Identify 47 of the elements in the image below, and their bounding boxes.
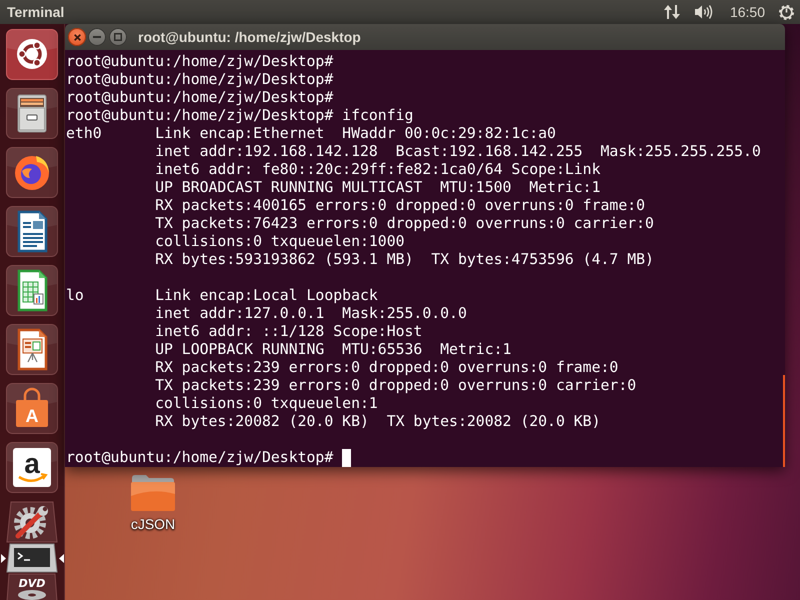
output-line: inet6 addr: ::1/128 Scope:Host: [155, 323, 424, 341]
output-line: Link encap:Local Loopback: [155, 287, 379, 305]
output-line: Link encap:Ethernet HWaddr 00:0c:29:82:1c:a0: [155, 125, 557, 143]
minimize-button[interactable]: [88, 28, 106, 46]
window-title: root@ubuntu: /home/zjw/Desktop: [138, 29, 361, 45]
presentation-icon[interactable]: [6, 324, 58, 375]
output-line: UP BROADCAST RUNNING MULTICAST MTU:1500 Metric:1: [155, 179, 602, 197]
terminal-icon[interactable]: [6, 543, 58, 573]
text-cursor: [342, 449, 352, 467]
output-line: inet addr:127.0.0.1 Mask:255.0.0.0: [155, 305, 468, 323]
document-icon[interactable]: [6, 206, 58, 257]
folder-label[interactable]: cJSON: [130, 516, 176, 532]
output-line: RX bytes:593193862 (593.1 MB) TX bytes:4753596 (4.7 MB): [155, 251, 655, 269]
ring-logo-icon[interactable]: [6, 29, 58, 80]
output-line: inet addr:192.168.142.128 Bcast:192.168.142.255 Mask:255.255.255.0: [155, 143, 761, 161]
interface-name: eth0: [66, 125, 102, 143]
file-cabinet-icon[interactable]: [6, 88, 58, 139]
output-line: TX packets:239 errors:0 dropped:0 overruns:0 carrier:0: [155, 377, 636, 395]
globe-icon[interactable]: [6, 147, 58, 198]
volume-icon[interactable]: [694, 4, 713, 20]
store-icon[interactable]: a: [6, 442, 58, 493]
command-line: root@ubuntu:/home/zjw/Desktop#: [66, 71, 334, 89]
output-line: inet6 addr: fe80::20c:29ff:fe82:1ca0/64 Scope:Link: [155, 161, 602, 179]
close-icon: [74, 34, 80, 40]
minimize-icon: [93, 36, 101, 38]
output-line: collisions:0 txqueuelen:1: [155, 395, 379, 413]
output-line: RX packets:400165 errors:0 dropped:0 overruns:0 frame:0: [155, 197, 646, 215]
output-line: UP LOOPBACK RUNNING MTU:65536 Metric:1: [155, 341, 512, 359]
clock-time[interactable]: 16:50: [730, 4, 765, 20]
output-line: RX bytes:20082 (20.0 KB) TX bytes:20082 (20.0 KB): [155, 413, 602, 431]
app-title: Terminal: [7, 4, 64, 20]
up-down-arrows-icon[interactable]: [662, 4, 682, 20]
interface-name: lo: [66, 287, 84, 305]
output-line: TX packets:76423 errors:0 dropped:0 overruns:0 carrier:0: [155, 215, 655, 233]
command-line: root@ubuntu:/home/zjw/Desktop# ifconfig: [66, 107, 414, 125]
command-line: root@ubuntu:/home/zjw/Desktop#: [66, 89, 334, 107]
spreadsheet-icon[interactable]: [6, 265, 58, 316]
folder-icon[interactable]: [130, 474, 176, 512]
maximize-icon: [114, 33, 122, 41]
output-line: collisions:0 txqueuelen:1000: [155, 233, 406, 251]
close-button[interactable]: [68, 28, 86, 46]
gear-wrench-icon[interactable]: [6, 501, 58, 543]
command-line: root@ubuntu:/home/zjw/Desktop#: [66, 53, 334, 71]
prompt-text: root@ubuntu:/home/zjw/Desktop#: [66, 449, 334, 467]
output-line: RX packets:239 errors:0 dropped:0 overruns:0 frame:0: [155, 359, 620, 377]
power-icon[interactable]: [778, 4, 795, 20]
maximize-button[interactable]: [109, 28, 127, 46]
